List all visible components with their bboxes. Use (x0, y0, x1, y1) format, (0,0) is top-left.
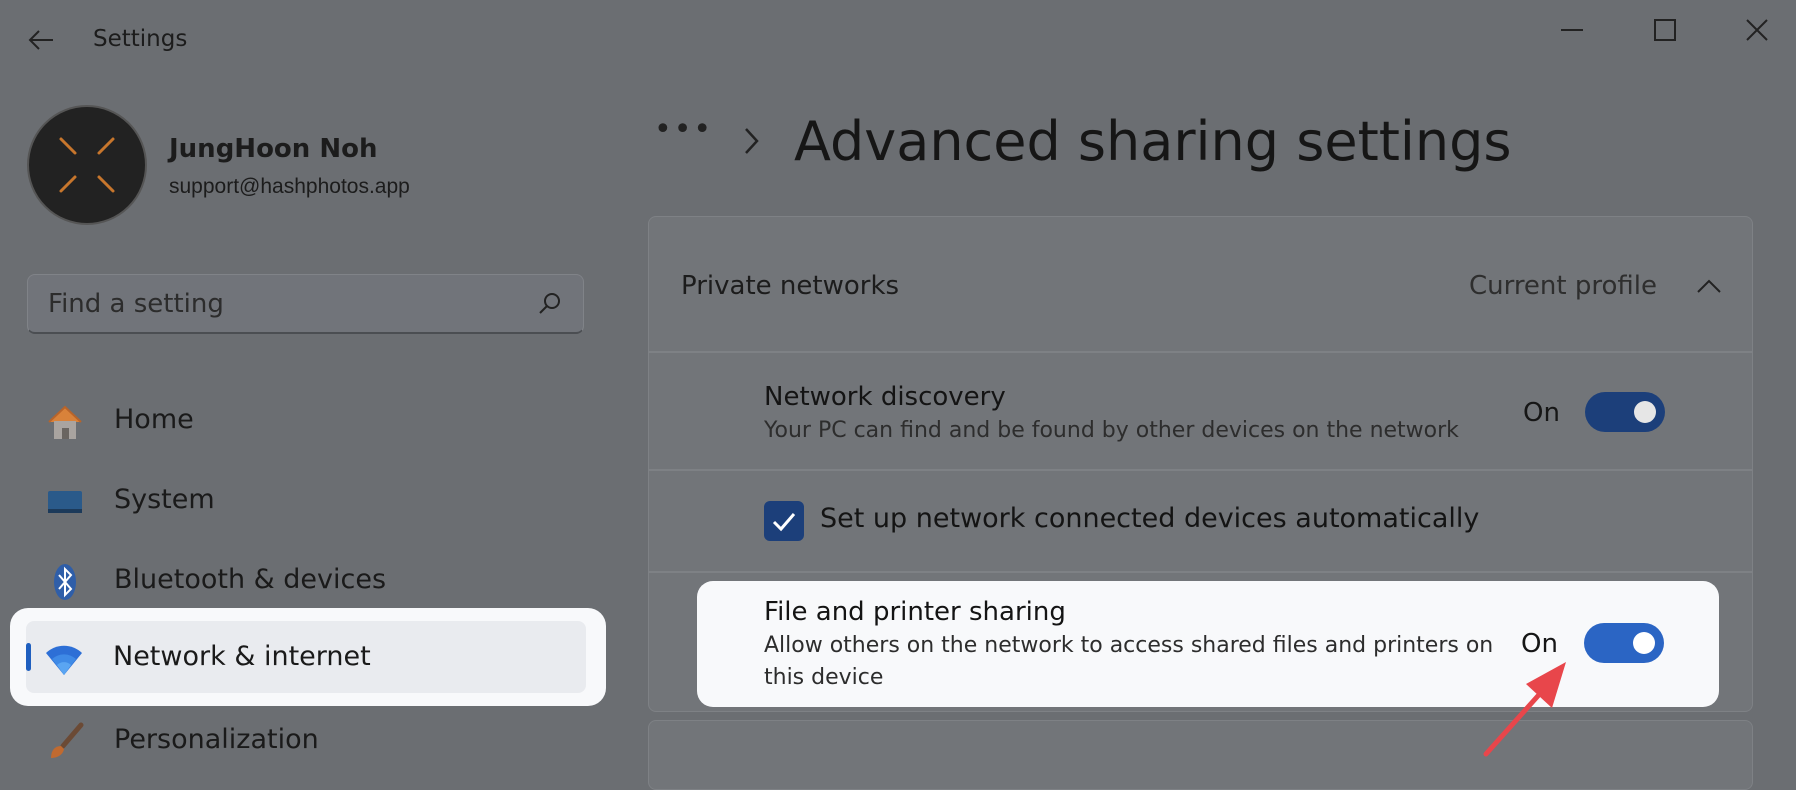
sidebar-item-label: Network & internet (113, 641, 371, 672)
network-discovery-description: Your PC can find and be found by other d… (764, 418, 1459, 443)
sidebar-item-home[interactable]: Home (27, 384, 584, 456)
back-arrow-icon (28, 30, 53, 50)
next-card (648, 720, 1753, 790)
close-icon (1746, 19, 1768, 41)
profile-name: JungHoon Noh (169, 134, 378, 164)
selected-indicator (26, 643, 31, 671)
brush-icon (51, 722, 84, 758)
bluetooth-icon (54, 564, 76, 600)
sidebar-item-label: Bluetooth & devices (114, 564, 387, 595)
auto-setup-row: Set up network connected devices automat… (648, 470, 1753, 572)
auto-setup-label: Set up network connected devices automat… (820, 503, 1480, 534)
back-button[interactable] (18, 20, 64, 60)
close-button[interactable] (1727, 8, 1787, 52)
sidebar-item-network[interactable]: Network & internet (26, 621, 586, 693)
auto-setup-checkbox[interactable] (764, 501, 804, 541)
maximize-button[interactable] (1635, 8, 1695, 52)
section-title: Private networks (681, 271, 900, 301)
toggle-knob (1634, 401, 1656, 423)
wifi-icon (46, 645, 82, 675)
network-discovery-toggle[interactable] (1585, 392, 1665, 432)
sidebar-item-system[interactable]: System (27, 464, 584, 536)
checkmark-icon (772, 513, 796, 532)
minimize-button[interactable] (1542, 8, 1602, 52)
network-discovery-title: Network discovery (764, 382, 1006, 412)
page-title: Advanced sharing settings (794, 110, 1512, 173)
profile-email: support@hashphotos.app (169, 175, 410, 198)
toggle-knob (1633, 632, 1655, 654)
breadcrumb-overflow-button[interactable]: ••• (654, 112, 713, 147)
current-profile-label: Current profile (1468, 271, 1657, 301)
network-discovery-state: On (1523, 398, 1560, 428)
sidebar-item-label: System (114, 484, 215, 515)
chevron-right-icon (745, 128, 759, 154)
file-printer-sharing-description-cont: this device (764, 665, 884, 690)
avatar[interactable] (27, 105, 147, 225)
private-networks-header[interactable]: Private networks Current profile (648, 216, 1753, 352)
sidebar-item-label: Personalization (114, 724, 319, 755)
home-icon (48, 405, 82, 439)
search-icon[interactable] (537, 291, 563, 317)
system-icon (48, 491, 82, 513)
sidebar-item-personalization[interactable]: Personalization (27, 704, 584, 776)
search-input[interactable]: Find a setting (27, 274, 584, 334)
sidebar-item-label: Home (114, 404, 194, 435)
avatar-placeholder-icon (59, 137, 115, 193)
sidebar-item-bluetooth[interactable]: Bluetooth & devices (27, 544, 584, 616)
search-placeholder: Find a setting (48, 289, 224, 319)
annotation-arrow-icon (1483, 662, 1566, 757)
app-title: Settings (93, 26, 188, 52)
file-printer-sharing-toggle[interactable] (1584, 623, 1664, 663)
network-discovery-row: Network discovery Your PC can find and b… (648, 352, 1753, 470)
file-printer-sharing-description: Allow others on the network to access sh… (764, 633, 1494, 658)
minimize-icon (1561, 29, 1583, 31)
chevron-up-icon[interactable] (1696, 275, 1722, 297)
file-printer-sharing-title: File and printer sharing (764, 597, 1066, 627)
maximize-icon (1654, 19, 1676, 41)
